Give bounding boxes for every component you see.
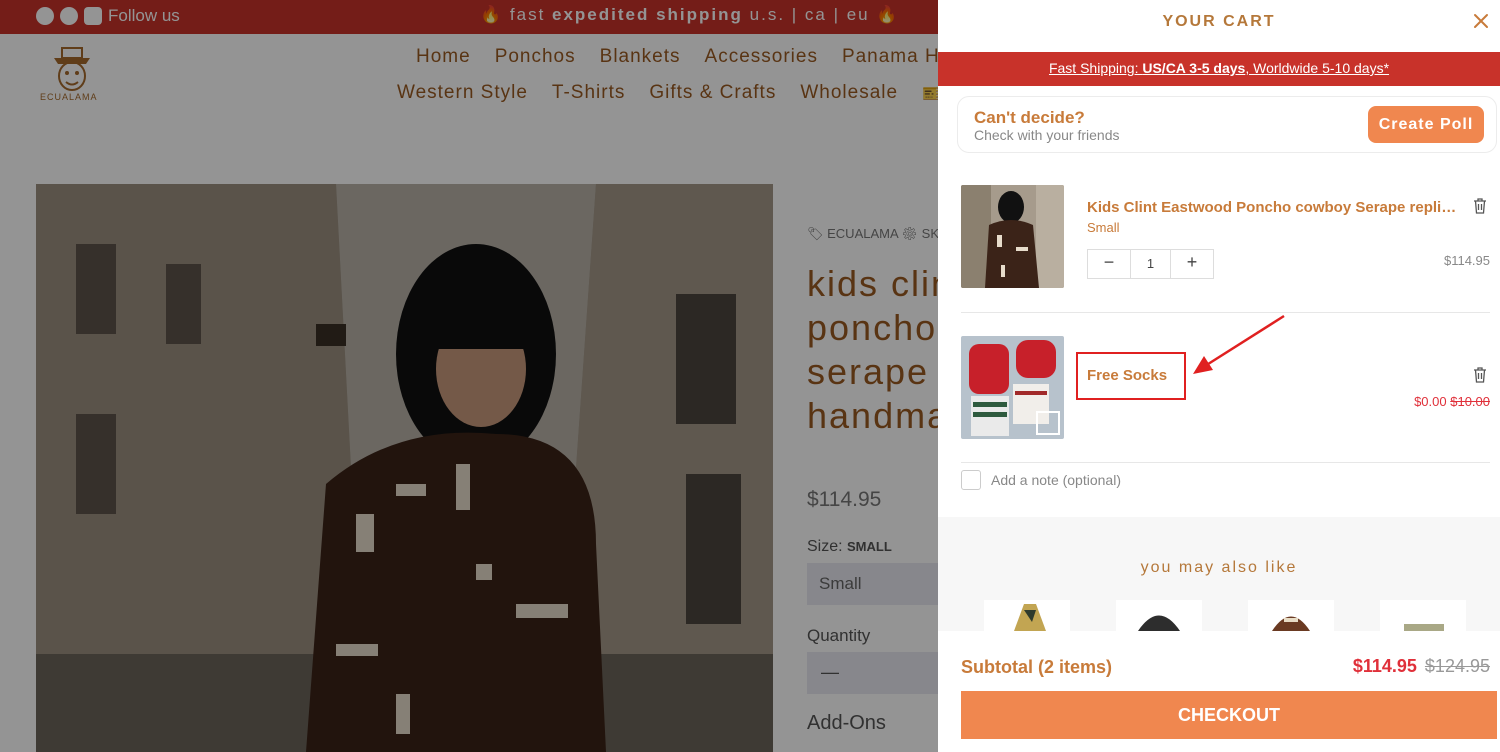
- recommendations: you may also like: [938, 517, 1500, 631]
- shipping-banner-bold: US/CA 3-5 days: [1142, 60, 1246, 76]
- checkout-button[interactable]: CHECKOUT: [961, 691, 1497, 739]
- cart-item-compare-price: $10.00: [1450, 394, 1490, 409]
- recommended-product[interactable]: [1248, 600, 1334, 631]
- poll-heading: Can't decide?: [974, 108, 1085, 127]
- subtotal-label: Subtotal (2 items): [961, 657, 1113, 677]
- cart-header: YOUR CART: [938, 0, 1500, 52]
- drawer-overlay[interactable]: [0, 0, 938, 752]
- subtotal-amount: $114.95 $124.95: [1353, 656, 1490, 677]
- qty-value[interactable]: 1: [1130, 250, 1171, 278]
- cart-drawer: YOUR CART Fast Shipping: US/CA 3-5 days,…: [938, 0, 1500, 752]
- cart-item-sale-price: $0.00: [1414, 394, 1447, 409]
- note-label[interactable]: Add a note (optional): [991, 472, 1121, 488]
- qty-plus-button[interactable]: +: [1171, 250, 1213, 278]
- cart-item: Kids Clint Eastwood Poncho cowboy Serape…: [961, 185, 1490, 288]
- order-note: Add a note (optional): [961, 470, 1121, 490]
- note-checkbox[interactable]: [961, 470, 981, 490]
- cart-footer: Subtotal (2 items) $114.95 $124.95 CHECKO…: [938, 631, 1500, 752]
- recommended-product[interactable]: [1116, 600, 1202, 631]
- close-icon[interactable]: [1470, 10, 1492, 32]
- cart-item-gift: Free Socks $0.00 $10.00: [961, 336, 1490, 439]
- shipping-banner-post: , Worldwide 5-10 days*: [1245, 60, 1390, 76]
- poll-widget: Can't decide? Check with your friends Cr…: [957, 96, 1497, 153]
- poll-subtext: Check with your friends: [974, 127, 1120, 143]
- cart-item-price: $0.00 $10.00: [1414, 394, 1490, 409]
- cart-item-variant: Small: [1087, 220, 1120, 235]
- total-compare-price: $124.95: [1424, 656, 1490, 676]
- recommendations-heading: you may also like: [1140, 559, 1298, 576]
- qty-minus-button[interactable]: −: [1088, 250, 1130, 278]
- create-poll-button[interactable]: Create Poll: [1368, 106, 1484, 143]
- cart-item-thumbnail[interactable]: [961, 336, 1064, 439]
- cart-item-price: $114.95: [1443, 253, 1490, 268]
- cart-item-thumbnail[interactable]: [961, 185, 1064, 288]
- shipping-banner-pre: Fast Shipping:: [1048, 60, 1143, 76]
- cart-item-qty-stepper: − 1 +: [1087, 249, 1214, 279]
- shipping-banner[interactable]: Fast Shipping: US/CA 3-5 days, Worldwide…: [938, 52, 1500, 86]
- total-price: $114.95: [1352, 656, 1417, 676]
- divider: [961, 462, 1490, 463]
- trash-icon[interactable]: [1472, 366, 1488, 384]
- cart-title: YOUR CART: [1162, 13, 1276, 30]
- recommended-product[interactable]: [984, 600, 1070, 631]
- cart-item-title[interactable]: Kids Clint Eastwood Poncho cowboy Serape…: [1087, 199, 1457, 216]
- highlight-box: [1076, 352, 1186, 400]
- trash-icon[interactable]: [1472, 197, 1488, 215]
- recommended-product[interactable]: [1380, 600, 1466, 631]
- divider: [961, 312, 1490, 313]
